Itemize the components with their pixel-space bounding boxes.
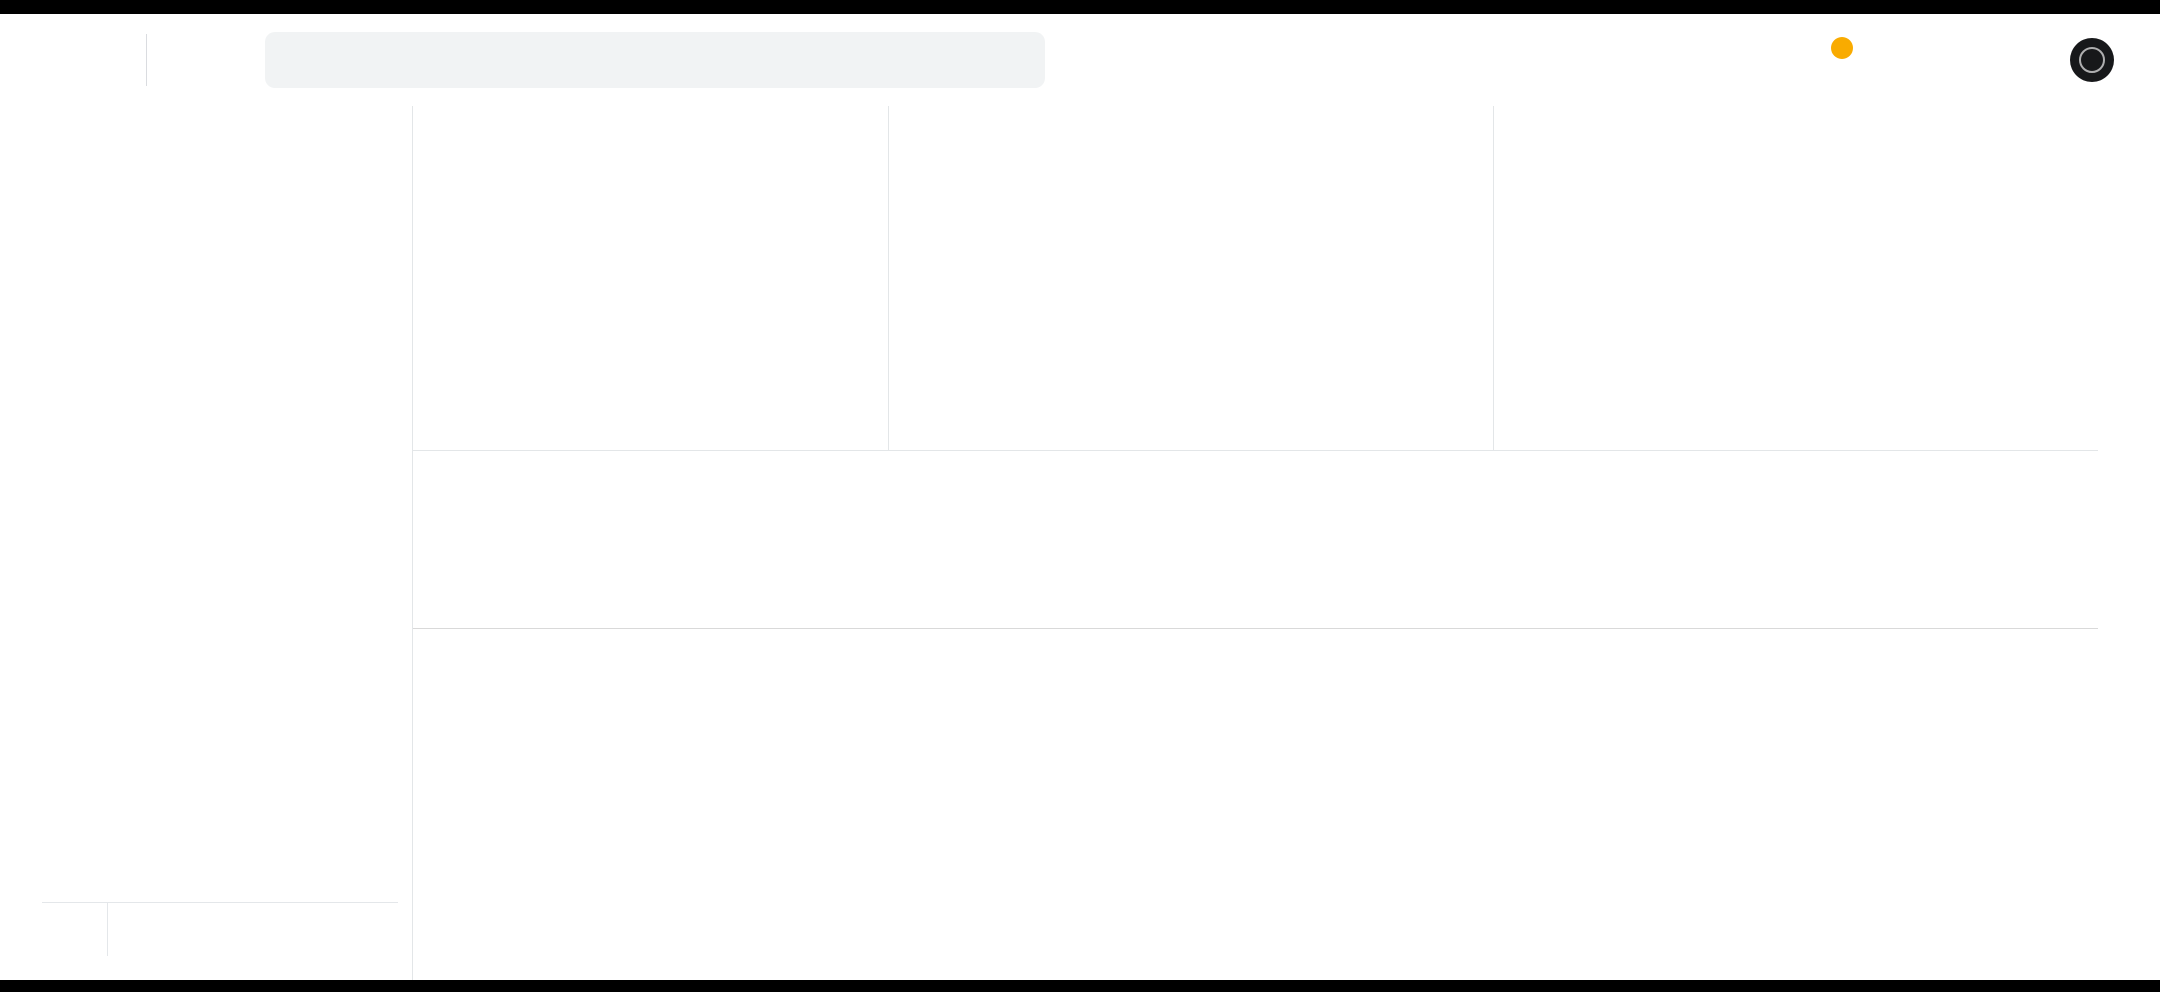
caret-down-icon xyxy=(181,54,201,74)
notifications-button[interactable] xyxy=(1814,37,1853,74)
search-bar[interactable] xyxy=(265,32,1045,88)
totals-row xyxy=(413,585,2098,629)
table-group-header-row xyxy=(413,467,2098,505)
account-block xyxy=(173,47,201,74)
apps-grid-icon xyxy=(1878,46,1906,74)
help-button[interactable] xyxy=(1942,46,1970,74)
users-legend xyxy=(941,170,964,183)
sidebar xyxy=(42,106,398,980)
table-header-row xyxy=(413,505,2098,583)
attribution-icon xyxy=(86,866,109,889)
channels-pie-chart[interactable] xyxy=(443,178,657,392)
conversions-line-chart[interactable] xyxy=(1502,190,2092,420)
top-channels-card xyxy=(413,106,888,450)
screen xyxy=(0,0,2160,992)
admin-settings-button[interactable] xyxy=(42,903,108,956)
more-menu-button[interactable] xyxy=(2006,46,2034,74)
apps-grid-button[interactable] xyxy=(1878,46,1906,74)
analytics-logo-icon xyxy=(58,37,104,83)
property-selector[interactable] xyxy=(173,50,201,74)
legend-dot xyxy=(941,170,954,183)
users-line-chart[interactable] xyxy=(897,190,1487,420)
conversions-legend xyxy=(1546,170,1569,183)
sidebar-item-attribution[interactable] xyxy=(42,852,398,902)
help-icon xyxy=(1942,46,1970,74)
collapse-sidebar-button[interactable] xyxy=(326,920,346,940)
sidebar-footer xyxy=(42,902,398,956)
conversions-card xyxy=(1493,106,2098,450)
gear-icon xyxy=(63,918,87,942)
analytics-app xyxy=(42,14,2118,980)
notification-badge xyxy=(1831,37,1853,59)
analytics-logo[interactable] xyxy=(42,37,116,83)
more-vertical-icon xyxy=(2006,46,2034,74)
main-content xyxy=(412,106,2098,980)
channels-table xyxy=(413,451,2098,629)
letterbox-bottom xyxy=(0,980,2160,992)
search-input[interactable] xyxy=(331,49,1023,71)
search-icon xyxy=(287,47,313,73)
app-header xyxy=(42,14,2118,106)
header-actions xyxy=(1814,37,2118,82)
letterbox-top xyxy=(0,0,2160,14)
legend-dot xyxy=(1546,170,1559,183)
avatar[interactable] xyxy=(2070,38,2114,82)
header-divider xyxy=(146,34,147,86)
users-card xyxy=(888,106,1493,450)
overview-cards xyxy=(413,106,2098,451)
